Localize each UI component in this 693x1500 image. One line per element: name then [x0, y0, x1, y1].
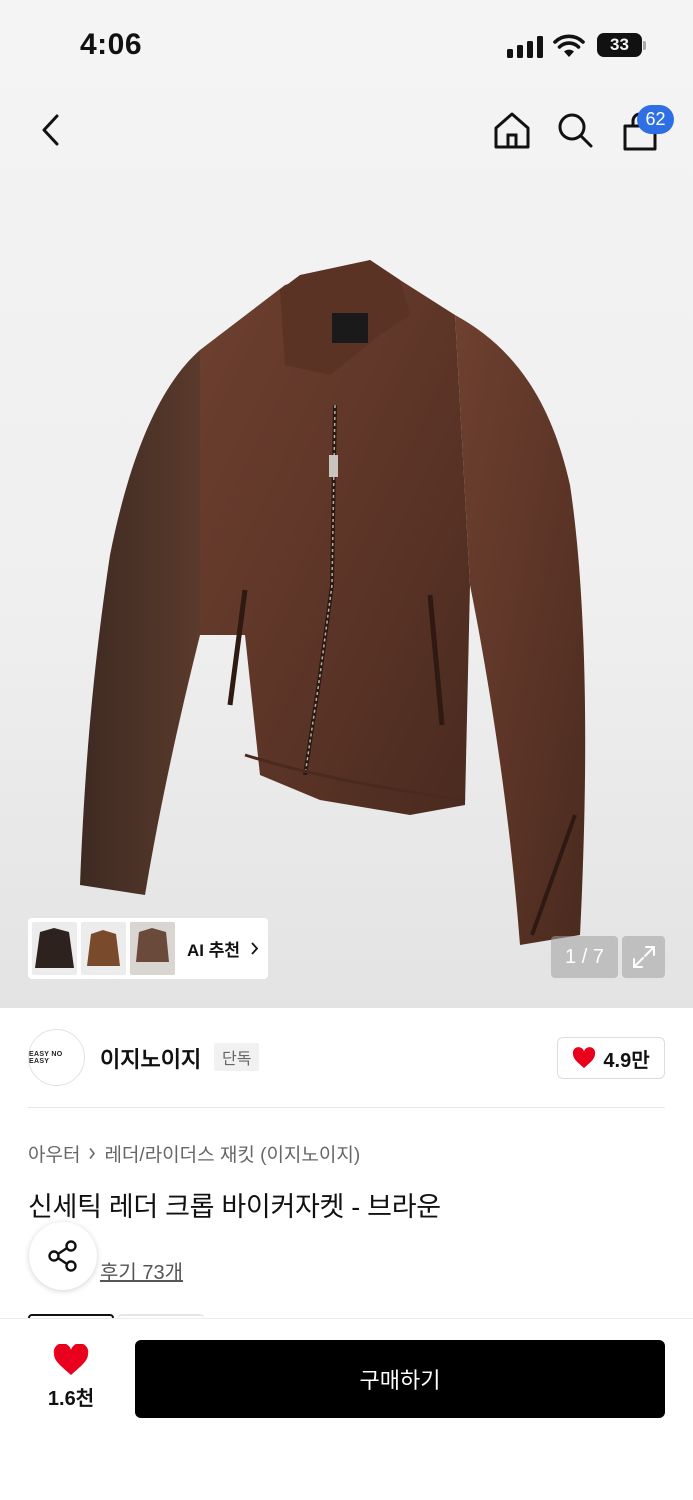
image-counter: 1 / 7 — [551, 936, 618, 978]
search-icon — [558, 113, 593, 148]
wishlist-button[interactable]: 1.6천 — [36, 1344, 106, 1411]
recommendation-thumbnail-3[interactable] — [130, 922, 175, 975]
heart-icon — [53, 1344, 89, 1375]
recommendation-thumbnail-2[interactable] — [81, 922, 126, 975]
home-button[interactable] — [490, 108, 534, 152]
battery-indicator: 33 — [597, 33, 642, 57]
brand-logo[interactable]: EASY NO EASY — [28, 1029, 85, 1086]
brand-name[interactable]: 이지노이지 — [100, 1042, 201, 1074]
ai-recommendation-chip[interactable]: AI 추천 — [28, 918, 268, 979]
product-image-gallery[interactable]: 4:06 33 62 AI 추천 1 / 7 — [0, 0, 693, 1008]
breadcrumb-category[interactable]: 아우터 — [28, 1140, 80, 1167]
share-icon — [48, 1240, 77, 1272]
breadcrumb-subcategory[interactable]: 레더/라이더스 재킷 (이지노이지) — [104, 1140, 360, 1167]
recommendation-thumbnail-1[interactable] — [32, 922, 77, 975]
brand-like-count: 4.9만 — [603, 1049, 650, 1072]
product-image-jacket — [80, 260, 586, 945]
wifi-icon — [553, 34, 585, 57]
expand-icon — [632, 946, 655, 968]
ai-recommendation-text: AI 추천 — [187, 941, 241, 960]
cellular-signal-icon — [507, 36, 543, 58]
wishlist-count: 1.6천 — [47, 1388, 95, 1410]
expand-image-button[interactable] — [622, 936, 665, 978]
chevron-left-icon — [42, 114, 59, 146]
breadcrumb: 아우터 레더/라이더스 재킷 (이지노이지) — [28, 1140, 360, 1167]
status-time: 4:06 — [80, 28, 143, 61]
divider — [28, 1107, 665, 1108]
product-title: 신세틱 레더 크롭 바이커자켓 - 브라운 — [28, 1192, 441, 1222]
buy-button[interactable]: 구매하기 — [135, 1340, 665, 1418]
exclusive-badge: 단독 — [214, 1043, 260, 1071]
ai-recommendation-label[interactable]: AI 추천 — [187, 936, 259, 961]
chevron-right-icon — [251, 942, 259, 955]
battery-tip — [643, 41, 646, 50]
cart-count-badge: 62 — [637, 105, 674, 134]
back-button[interactable] — [30, 108, 70, 152]
search-button[interactable] — [553, 108, 597, 152]
brand-like-button[interactable]: 4.9만 — [557, 1037, 665, 1079]
home-icon — [494, 112, 530, 149]
share-button[interactable] — [29, 1222, 97, 1290]
chevron-right-icon — [89, 1148, 96, 1159]
heart-icon — [573, 1047, 596, 1068]
review-link[interactable]: 후기 73개 — [100, 1256, 183, 1285]
